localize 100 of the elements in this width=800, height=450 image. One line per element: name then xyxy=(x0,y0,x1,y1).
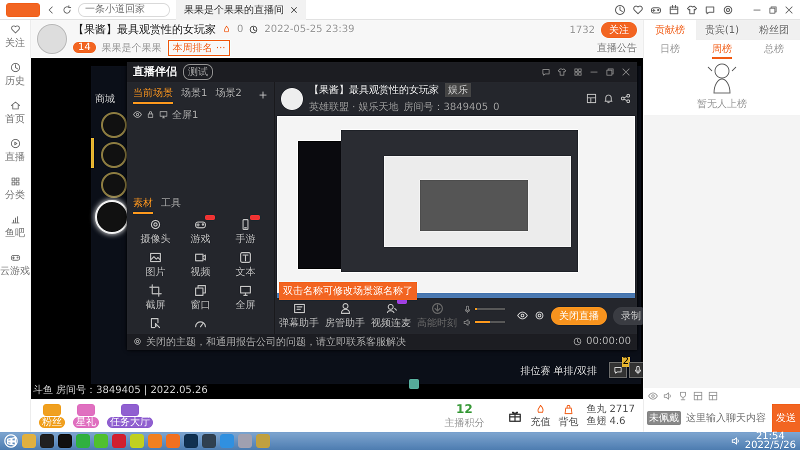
ranking-tab[interactable]: 粉丝团 xyxy=(748,20,800,40)
layout-icon[interactable] xyxy=(586,93,597,104)
browser-tab[interactable]: 果果是个果果的直播间 xyxy=(176,0,306,20)
bar-chart-icon xyxy=(10,214,20,225)
download-icon xyxy=(430,302,444,315)
category-tag: 娱乐 xyxy=(445,83,471,98)
chat-bubble-icon[interactable] xyxy=(541,66,551,77)
nav-item[interactable]: 分类 xyxy=(5,176,25,202)
eye-icon[interactable] xyxy=(517,310,528,322)
search-field[interactable]: 一条小道回家 xyxy=(78,2,170,16)
lock-icon[interactable] xyxy=(146,110,155,120)
video-icon xyxy=(194,250,207,264)
gamepad-icon xyxy=(10,252,20,263)
gift-label[interactable]: 星礼 xyxy=(73,417,99,428)
eye-icon[interactable] xyxy=(133,110,142,120)
ranking-tab[interactable]: 贵宾(1) xyxy=(696,20,748,40)
site-logo[interactable] xyxy=(6,2,40,16)
windows-logo-icon[interactable] xyxy=(4,434,18,448)
follow-button[interactable]: 关注 xyxy=(601,22,637,38)
period-tab[interactable]: 日榜 xyxy=(660,42,680,59)
gift-picture[interactable] xyxy=(77,404,95,416)
source-button[interactable]: 手游 xyxy=(223,218,268,246)
plus-icon[interactable] xyxy=(258,90,268,100)
source-button[interactable]: 截屏 xyxy=(133,284,178,312)
close-icon[interactable] xyxy=(290,6,298,14)
clock-icon[interactable] xyxy=(614,4,626,16)
material-tab[interactable]: 工具 xyxy=(161,196,181,214)
gift-label[interactable]: 任务大厅 xyxy=(107,417,153,428)
source-button[interactable]: 文本 xyxy=(223,250,268,279)
speaker-icon[interactable] xyxy=(730,436,741,446)
notice-link[interactable]: 直播公告 xyxy=(597,41,637,56)
tool-button[interactable]: 弹幕助手 xyxy=(279,302,319,330)
taskbar-app-icon[interactable] xyxy=(202,434,216,448)
nav-item[interactable]: 首页 xyxy=(5,100,25,126)
scene-tab[interactable]: 场景1 xyxy=(181,86,208,104)
like-count: 0 xyxy=(493,102,500,113)
crop-icon xyxy=(149,284,162,297)
streamer-name[interactable]: 果果是个果果 xyxy=(102,40,162,55)
clock-icon xyxy=(249,24,258,34)
level-badge: 14 xyxy=(73,42,96,54)
camera-icon xyxy=(149,218,162,231)
source-button[interactable]: 窗口 xyxy=(178,284,223,312)
nav-item[interactable]: 关注 xyxy=(5,24,25,50)
send-button[interactable]: 发送 xyxy=(772,404,800,432)
shirt-icon[interactable] xyxy=(557,66,567,77)
text-icon xyxy=(239,250,252,264)
source-button[interactable]: 摄像头 xyxy=(133,218,178,246)
calendar-icon[interactable] xyxy=(668,4,680,16)
speaker-volume-slider[interactable] xyxy=(475,321,505,324)
source-button[interactable]: 全屏 xyxy=(223,284,268,312)
ranking-tab[interactable]: 贡献榜 xyxy=(644,20,696,40)
period-tab[interactable]: 周榜 xyxy=(712,42,732,59)
period-tab[interactable]: 总榜 xyxy=(764,42,784,59)
wallet-action[interactable]: 充值 xyxy=(530,404,550,429)
taskbar-app-icon[interactable] xyxy=(58,434,72,448)
fan-medal[interactable]: 未佩戴 xyxy=(647,411,681,425)
settings-icon[interactable] xyxy=(534,310,545,322)
settings-icon[interactable] xyxy=(722,4,734,16)
chat-input[interactable]: 这里输入聊天内容 xyxy=(684,412,769,424)
gift-icon[interactable] xyxy=(508,409,522,424)
close-icon[interactable] xyxy=(621,66,631,77)
gift-picture[interactable] xyxy=(121,404,139,416)
taskbar-app-icon[interactable] xyxy=(184,434,198,448)
mic-volume-slider[interactable] xyxy=(475,308,505,310)
source-button[interactable]: 游戏 xyxy=(178,218,223,246)
category-text[interactable]: 英雄联盟 · 娱乐天地 xyxy=(309,100,399,114)
scene-tab[interactable]: 场景2 xyxy=(215,86,242,104)
flame-icon xyxy=(222,24,231,34)
source-name[interactable]: 全屏1 xyxy=(172,108,198,122)
grid-icon[interactable] xyxy=(573,66,583,77)
material-tab[interactable]: 素材 xyxy=(133,196,153,214)
restore-icon[interactable] xyxy=(605,66,615,77)
source-button[interactable]: 图片 xyxy=(133,250,178,279)
chat-bubble-icon[interactable] xyxy=(704,4,716,16)
taskbar-app-icon[interactable] xyxy=(40,434,54,448)
nav-item[interactable]: 直播 xyxy=(5,138,25,164)
nav-item[interactable]: 云游戏 xyxy=(0,252,30,278)
bell-icon[interactable] xyxy=(603,93,614,104)
source-button[interactable]: 视频 xyxy=(178,250,223,279)
speaker-icon[interactable] xyxy=(663,391,673,401)
restore-icon[interactable] xyxy=(768,4,778,14)
nav-item[interactable]: 历史 xyxy=(5,62,25,88)
heart-icon[interactable] xyxy=(632,4,644,16)
follower-count: 1732 xyxy=(568,24,596,36)
wallet-action[interactable]: 背包 xyxy=(558,404,578,429)
shirt-icon[interactable] xyxy=(686,4,698,16)
tool-button[interactable]: 房管助手 xyxy=(325,302,365,330)
nav-item[interactable]: 鱼吧 xyxy=(5,214,25,240)
close-icon[interactable] xyxy=(784,4,794,14)
ring-icon xyxy=(101,112,127,138)
room-id: 房间号：3849405 xyxy=(404,100,488,114)
microphone-icon xyxy=(463,304,472,314)
scene-tab[interactable]: 当前场景 xyxy=(133,86,173,104)
share-icon[interactable] xyxy=(620,93,631,104)
clock-time: 21:54 xyxy=(756,432,785,441)
record-button[interactable]: 录制 xyxy=(613,306,643,325)
app-badge[interactable]: 测试 xyxy=(183,64,213,80)
speaker-icon xyxy=(463,318,472,327)
rank-tag[interactable]: 本周排名 ··· xyxy=(168,40,230,56)
clock-date: 2022/5/26 xyxy=(744,441,796,450)
